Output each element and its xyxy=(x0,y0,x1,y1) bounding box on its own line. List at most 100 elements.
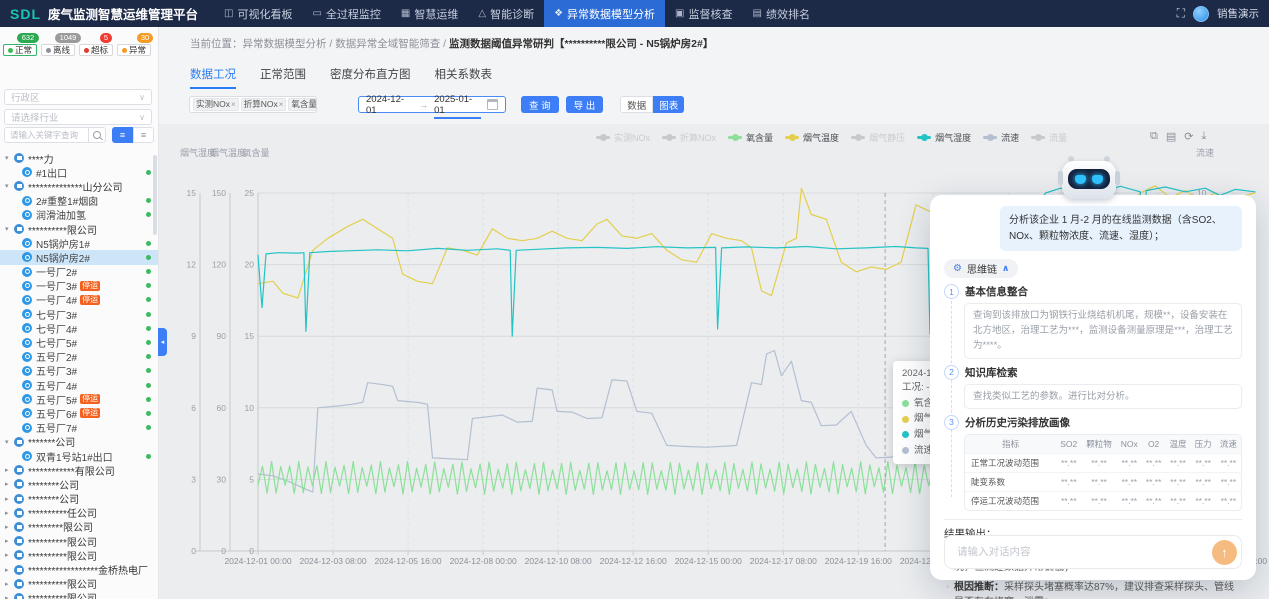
tree-group[interactable]: ▸**********限公司 xyxy=(0,548,158,562)
sidebar-scrollbar[interactable] xyxy=(153,155,157,235)
tree-item[interactable]: 五号厂5#停运 xyxy=(0,392,158,406)
tree-group[interactable]: ▸**********限公司 xyxy=(0,577,158,591)
mode-chart-option[interactable]: 图表 xyxy=(653,96,684,113)
breadcrumb-item[interactable]: 数据异常全域智能筛查 xyxy=(335,38,440,50)
nav-item-supervision[interactable]: ▣监督核查 xyxy=(665,0,742,27)
parameter-chip[interactable]: 实测NOx× xyxy=(193,98,239,111)
nav-item-dashboard[interactable]: ◫可视化看板 xyxy=(214,0,302,27)
refresh-icon[interactable]: ⟳ xyxy=(1184,130,1193,143)
search-button[interactable] xyxy=(88,127,106,143)
tree-item[interactable]: 七号厂3# xyxy=(0,307,158,321)
tree-item[interactable]: 七号厂5# xyxy=(0,335,158,349)
region-select[interactable]: 行政区 ∨ xyxy=(4,89,152,105)
tab-相关系数表[interactable]: 相关系数表 xyxy=(435,66,493,89)
tree-item-label: 五号厂3# xyxy=(36,363,77,378)
nav-item-anomaly-model[interactable]: ❖异常数据模型分析 xyxy=(544,0,665,27)
tree-item[interactable]: 五号厂2# xyxy=(0,350,158,364)
tree-item[interactable]: #1出口 xyxy=(0,165,158,179)
outlet-icon xyxy=(22,352,32,362)
query-button[interactable]: 查 询 xyxy=(521,96,559,113)
remove-chip-icon[interactable]: × xyxy=(279,99,284,110)
company-icon xyxy=(14,494,24,504)
tree-item[interactable]: 七号厂4# xyxy=(0,321,158,335)
status-filter-超标[interactable]: 超标 xyxy=(79,44,113,56)
tree-item-label: ****力 xyxy=(28,151,54,166)
legend-marker xyxy=(917,136,931,140)
selection-zoom-icon[interactable]: ⧉ xyxy=(1150,130,1158,143)
fullscreen-icon[interactable]: ⛶ xyxy=(1177,6,1185,21)
date-start[interactable]: 2024-12-01 xyxy=(366,94,413,116)
legend-item-流速[interactable]: 流速 xyxy=(983,131,1019,144)
tree-group[interactable]: ▾**************山分公司 xyxy=(0,179,158,193)
tab-正常范围[interactable]: 正常范围 xyxy=(260,66,306,89)
tree-item[interactable]: 双青1号站1#出口 xyxy=(0,449,158,463)
outlet-icon xyxy=(22,408,32,418)
status-filter-异常[interactable]: 异常 xyxy=(117,44,151,56)
parameter-multiselect[interactable]: 实测NOx×折算NOx×氧含量×... xyxy=(189,96,317,113)
export-button[interactable]: 导 出 xyxy=(566,96,604,113)
tree-group[interactable]: ▸********公司 xyxy=(0,492,158,506)
nav-item-diagnosis[interactable]: △智能诊断 xyxy=(468,0,544,27)
download-icon[interactable]: ⤓ xyxy=(1201,130,1206,143)
parameter-chip[interactable]: 氧含量× xyxy=(288,98,317,111)
user-avatar[interactable] xyxy=(1193,6,1209,22)
breadcrumb-separator: / xyxy=(327,38,336,50)
tree-item[interactable]: 一号厂4#停运 xyxy=(0,293,158,307)
legend-item-氧含量[interactable]: 氧含量 xyxy=(728,131,773,144)
list-view-toggle[interactable]: ≡ xyxy=(112,127,133,143)
tree-item[interactable]: N5锅炉房2# xyxy=(0,250,158,264)
legend-item-烟气温度[interactable]: 烟气温度 xyxy=(785,131,839,144)
tree-group[interactable]: ▸**********任公司 xyxy=(0,506,158,520)
tree-group[interactable]: ▾****力 xyxy=(0,151,158,165)
tree-item[interactable]: 润滑油加氢 xyxy=(0,208,158,222)
keyword-search-input[interactable] xyxy=(4,127,88,143)
grid-view-toggle[interactable]: ≡ xyxy=(133,127,154,143)
status-filter-正常[interactable]: 正常 xyxy=(3,44,37,56)
nav-item-smart-ops[interactable]: ▦智慧运维 xyxy=(391,0,468,27)
tab-密度分布直方图[interactable]: 密度分布直方图 xyxy=(330,66,411,89)
chat-input[interactable] xyxy=(955,545,1203,559)
data-view-icon[interactable]: ▤ xyxy=(1166,130,1176,143)
parameter-chip[interactable]: 折算NOx× xyxy=(241,98,287,111)
date-range-picker[interactable]: 2024-12-01 → 2025-01-01 xyxy=(358,96,506,113)
tree-item[interactable]: 五号厂3# xyxy=(0,364,158,378)
sidebar-collapse-handle[interactable]: ◂ xyxy=(158,328,167,356)
tree-item[interactable]: 五号厂4# xyxy=(0,378,158,392)
tree-group[interactable]: ▸**********限公司 xyxy=(0,534,158,548)
tree-group[interactable]: ▸********公司 xyxy=(0,477,158,491)
nav-item-performance[interactable]: ▤绩效排名 xyxy=(743,0,820,27)
stopped-badge: 停运 xyxy=(80,295,100,305)
remove-chip-icon[interactable]: × xyxy=(231,99,236,110)
chip-label: 折算NOx xyxy=(244,99,278,110)
tree-group[interactable]: ▸*********限公司 xyxy=(0,520,158,534)
tree-item[interactable]: 一号厂3#停运 xyxy=(0,279,158,293)
legend-item-流量[interactable]: 流量 xyxy=(1031,131,1067,144)
table-header: O2 xyxy=(1142,435,1165,454)
nav-item-process-monitor[interactable]: ▭全过程监控 xyxy=(302,0,390,27)
tree-group[interactable]: ▾*******公司 xyxy=(0,435,158,449)
status-filter-离线[interactable]: 离线 xyxy=(41,44,75,56)
legend-item-烟气静压[interactable]: 烟气静压 xyxy=(851,131,905,144)
date-end[interactable]: 2025-01-01 xyxy=(434,94,481,116)
tree-item[interactable]: 一号厂2# xyxy=(0,265,158,279)
tree-group[interactable]: ▸**********限公司 xyxy=(0,591,158,599)
tree-item-label: 五号厂2# xyxy=(36,349,77,364)
legend-item-烟气湿度[interactable]: 烟气湿度 xyxy=(917,131,971,144)
tree-group[interactable]: ▾**********限公司 xyxy=(0,222,158,236)
breadcrumb-item: 监测数据阈值异常研判【**********限公司 - N5锅炉房2#】 xyxy=(449,38,713,50)
breadcrumb-item[interactable]: 异常数据模型分析 xyxy=(243,38,327,50)
tab-数据工况[interactable]: 数据工况 xyxy=(190,66,236,89)
chain-of-thought-toggle[interactable]: ⚙ 思维链 ∧ xyxy=(944,259,1018,278)
tree-group[interactable]: ▸******************金桥热电厂 xyxy=(0,562,158,576)
mode-data-option[interactable]: 数据 xyxy=(620,96,653,113)
legend-item-折算NOx[interactable]: 折算NOx xyxy=(662,131,716,144)
tree-item[interactable]: N5锅炉房1# xyxy=(0,236,158,250)
tree-item[interactable]: 五号厂7# xyxy=(0,421,158,435)
industry-select[interactable]: 请选择行业 ∨ xyxy=(4,109,152,125)
tree-group[interactable]: ▸************有限公司 xyxy=(0,463,158,477)
tree-item[interactable]: 五号厂6#停运 xyxy=(0,406,158,420)
tree-item[interactable]: 2#重整1#烟囱 xyxy=(0,194,158,208)
legend-item-实测NOx[interactable]: 实测NOx xyxy=(596,131,650,144)
send-button[interactable]: ↑ xyxy=(1212,540,1237,565)
user-name[interactable]: 销售演示 xyxy=(1217,6,1259,21)
